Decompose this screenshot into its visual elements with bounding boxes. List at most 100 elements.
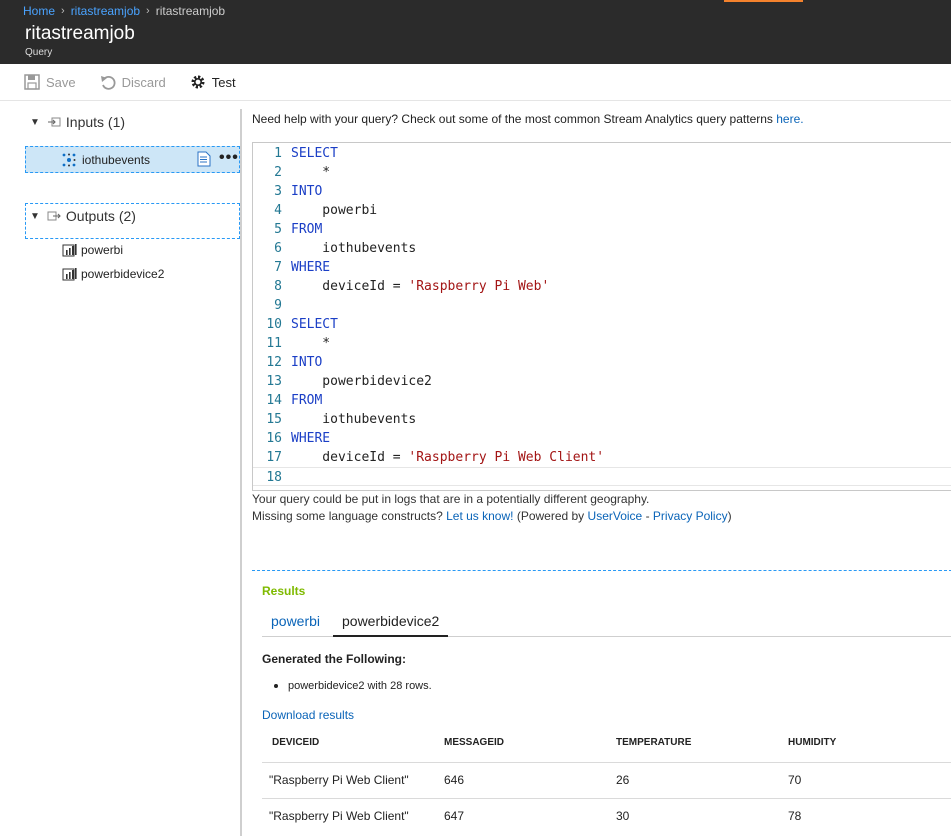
help-text: Need help with your query? Check out som… [252,112,777,126]
notification-strip [724,0,803,2]
page-title: ritastreamjob [25,23,135,44]
download-results-link[interactable]: Download results [262,708,354,722]
code-keyword: SELECT [291,317,338,332]
chevron-right-icon: › [146,5,150,17]
table-cell-messageid: 646 [444,773,465,787]
powerbi-icon [62,267,78,281]
outputs-group-header[interactable]: ▼ Outputs (2) [30,208,136,224]
line-number: 1 [274,146,282,161]
code-keyword: SELECT [291,146,338,161]
undo-icon [100,74,116,90]
privacy-policy-link[interactable]: Privacy Policy [653,509,728,523]
test-button[interactable]: Test [190,70,236,94]
close-paren: ) [727,509,732,523]
save-button[interactable]: Save [24,70,76,94]
code-text: powerbidevice2 [291,374,432,389]
discard-label: Discard [121,74,166,90]
code-keyword: FROM [291,393,323,408]
table-cell-humidity: 78 [788,809,802,823]
powered-text: (Powered by [513,509,588,523]
code-text: * [291,336,331,351]
tab-powerbi[interactable]: powerbi [262,609,329,637]
results-splitter[interactable] [252,570,951,571]
caret-down-icon: ▼ [30,210,40,222]
line-number: 14 [266,393,282,408]
code-keyword: INTO [291,355,323,370]
breadcrumb-job[interactable]: ritastreamjob [71,4,140,18]
table-cell-messageid: 647 [444,809,465,823]
code-line[interactable]: 6 iothubevents [253,239,951,258]
line-number: 13 [266,374,282,389]
code-line[interactable]: 2 * [253,163,951,182]
iot-hub-icon [62,153,76,167]
caret-down-icon: ▼ [30,116,40,128]
row-divider [262,798,951,799]
code-line[interactable]: 15 iothubevents [253,410,951,429]
generated-list-item: powerbidevice2 with 28 rows. [274,680,432,692]
uservoice-link[interactable]: UserVoice [588,509,643,523]
tree-item-powerbidevice2[interactable]: powerbidevice2 [62,267,164,281]
code-line[interactable]: 16 WHERE [253,429,951,448]
line-number: 18 [266,470,282,485]
table-cell-deviceid: "Raspberry Pi Web Client" [269,773,409,787]
inputs-group-header[interactable]: ▼ Inputs (1) [30,114,125,130]
output-icon [47,209,61,223]
page-subtitle: Query [25,47,53,58]
help-link[interactable]: here. [776,112,803,126]
column-header-messageid: MESSAGEID [444,737,505,748]
tab-powerbidevice2[interactable]: powerbidevice2 [333,609,449,637]
code-line[interactable]: 14 FROM [253,391,951,410]
outputs-label: Outputs (2) [65,208,136,224]
code-string: 'Raspberry Pi Web' [408,279,550,294]
table-cell-temperature: 30 [616,809,630,823]
breadcrumb-home[interactable]: Home [23,4,55,18]
line-number: 15 [266,412,282,427]
pane-splitter[interactable] [240,109,242,836]
line-number: 7 [274,260,282,275]
more-options-icon[interactable]: ••• [219,149,239,167]
query-help-text: Need help with your query? Check out som… [252,112,804,126]
code-text: iothubevents [291,412,417,427]
code-keyword: WHERE [291,260,331,275]
column-header-temperature: TEMPERATURE [616,737,692,748]
line-number: 3 [274,184,282,199]
geography-note: Your query could be put in logs that are… [252,492,650,506]
let-us-know-link[interactable]: Let us know! [446,509,513,523]
line-number: 17 [266,450,282,465]
code-line[interactable]: 3 INTO [253,182,951,201]
line-number: 5 [274,222,282,237]
code-line[interactable]: 8 deviceId = 'Raspberry Pi Web' [253,277,951,296]
code-text: deviceId = [291,450,409,465]
code-line[interactable]: 9 [253,296,951,315]
code-string: 'Raspberry Pi Web Client' [408,450,605,465]
code-line[interactable]: 5 FROM [253,220,951,239]
tree-item-powerbi[interactable]: powerbi [62,243,123,257]
code-keyword: FROM [291,222,323,237]
line-number: 12 [266,355,282,370]
line-number: 10 [266,317,282,332]
code-line[interactable]: 1 SELECT [253,144,951,163]
code-line[interactable]: 17 deviceId = 'Raspberry Pi Web Client' [253,448,951,467]
code-line[interactable]: 11 * [253,334,951,353]
line-number: 16 [266,431,282,446]
tree-item-label: powerbidevice2 [81,267,165,281]
feedback-note: Missing some language constructs? Let us… [252,509,732,523]
code-line[interactable]: 4 powerbi [253,201,951,220]
sample-data-icon[interactable] [197,151,211,167]
tree-item-iothubevents[interactable]: iothubevents ••• [25,146,240,173]
code-keyword: INTO [291,184,323,199]
code-line[interactable]: 12 INTO [253,353,951,372]
code-text: * [291,165,331,180]
column-header-humidity: HUMIDITY [788,737,837,748]
code-line[interactable]: 10 SELECT [253,315,951,334]
chevron-right-icon: › [61,5,65,17]
code-line[interactable]: 13 powerbidevice2 [253,372,951,391]
code-text: powerbi [291,203,378,218]
code-line[interactable]: 18 [253,467,951,486]
generated-item-text: powerbidevice2 with 28 rows. [288,680,432,692]
tree-item-label: powerbi [81,243,124,257]
query-editor[interactable]: 1 SELECT 2 * 3 INTO 4 powerbi 5 FROM 6 iothubeve… [252,142,951,491]
test-label: Test [211,74,236,90]
code-line[interactable]: 7 WHERE [253,258,951,277]
discard-button[interactable]: Discard [100,70,166,94]
